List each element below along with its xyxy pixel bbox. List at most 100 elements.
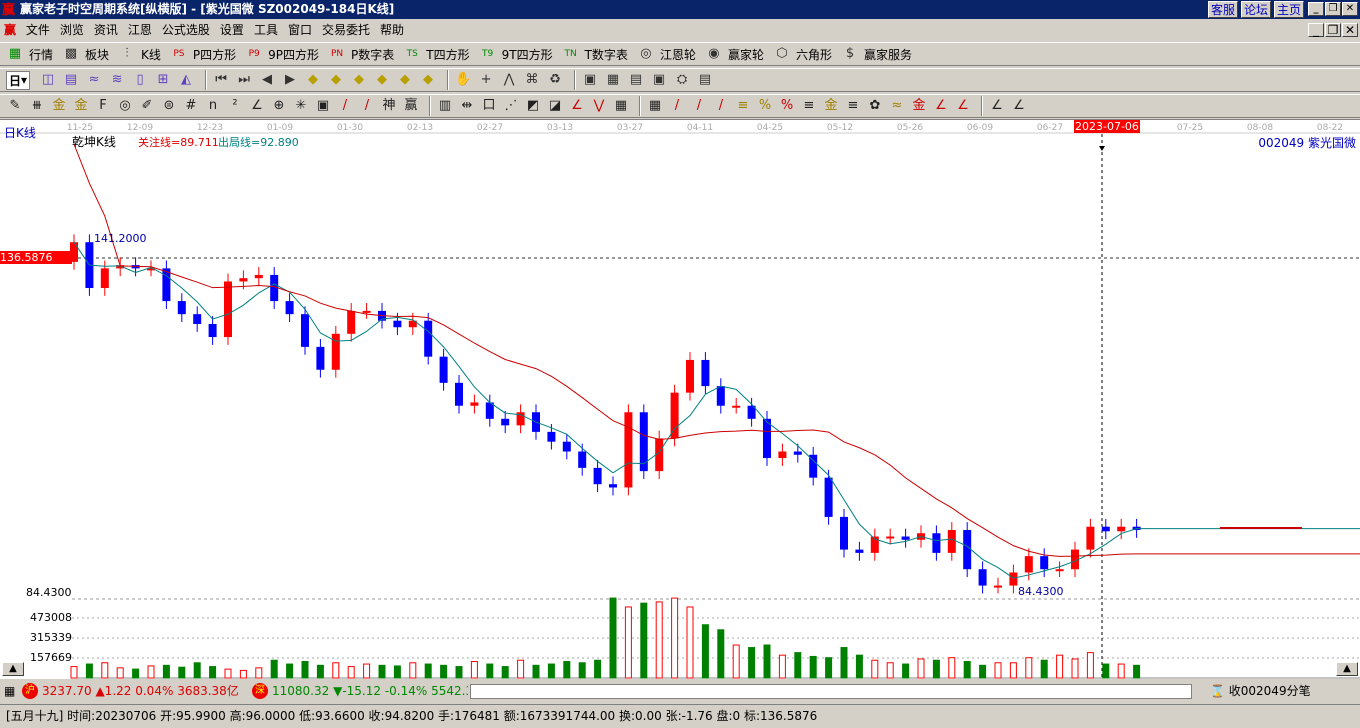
network-icon[interactable]: ⛭ bbox=[673, 71, 691, 89]
n2-icon[interactable]: n bbox=[204, 97, 222, 115]
kline-chart[interactable]: 11-25 12-09 12-23 01-09 01-30 02-13 02-27 03-13… bbox=[0, 119, 1360, 679]
diamond-left-icon[interactable]: ◆ bbox=[304, 71, 322, 89]
brush-icon[interactable]: ✐ bbox=[138, 97, 156, 115]
diamond-star-icon[interactable]: ◆ bbox=[396, 71, 414, 89]
toolbar-button-p9[interactable]: P9 9P四方形 bbox=[245, 45, 319, 63]
menu-item[interactable]: 浏览 bbox=[60, 23, 84, 37]
triangle-fan-icon[interactable]: ⋰ bbox=[502, 97, 520, 115]
prev-icon[interactable]: ◀ bbox=[258, 71, 276, 89]
menu-item[interactable]: 资讯 bbox=[94, 23, 118, 37]
chart9-icon[interactable]: ≋ bbox=[108, 71, 126, 89]
toolbar-button-table[interactable]: ▦ 行情 bbox=[6, 45, 53, 63]
restore-button[interactable]: ❐ bbox=[1325, 2, 1341, 16]
chart3-icon[interactable]: ≈ bbox=[85, 71, 103, 89]
four-angle-icon[interactable]: ∠ bbox=[954, 97, 972, 115]
save-icon[interactable]: ▣ bbox=[650, 71, 668, 89]
menu-item[interactable]: 窗口 bbox=[288, 23, 312, 37]
yinyang-icon[interactable]: ∠ bbox=[988, 97, 1006, 115]
list-icon[interactable]: ▦ bbox=[646, 97, 664, 115]
toolbar-button-t9[interactable]: T9 9T四方形 bbox=[479, 45, 553, 63]
filter-icon[interactable]: ⊞ bbox=[154, 71, 172, 89]
calendar-icon[interactable]: ▣ bbox=[581, 71, 599, 89]
toolbar-button-tn[interactable]: TN T数字表 bbox=[562, 45, 627, 63]
shen-angle-icon[interactable]: 金 bbox=[910, 97, 928, 115]
child-minimize-button[interactable]: _ bbox=[1308, 23, 1324, 37]
print-icon[interactable]: ▤ bbox=[696, 71, 714, 89]
f-grid-icon[interactable]: F bbox=[94, 97, 112, 115]
f-angle-icon[interactable]: ✿ bbox=[866, 97, 884, 115]
toolbar-button-ps[interactable]: PS P四方形 bbox=[170, 45, 236, 63]
chart-canvas[interactable]: 11-25 12-09 12-23 01-09 01-30 02-13 02-27 03-13… bbox=[0, 120, 1360, 680]
period-select[interactable]: 日 ▾ bbox=[6, 70, 31, 90]
scroll-up-button[interactable]: ▲ bbox=[2, 662, 24, 676]
tick-detail-label[interactable]: ⌛ 收002049分笔 bbox=[1210, 681, 1311, 701]
percent-icon[interactable]: / bbox=[690, 97, 708, 115]
zigzag-icon[interactable]: ◪ bbox=[546, 97, 564, 115]
menu-item[interactable]: 江恩 bbox=[128, 23, 152, 37]
grid-icon[interactable]: ⧻ bbox=[28, 97, 46, 115]
doc-icon[interactable]: ▤ bbox=[62, 71, 80, 89]
horizontal-scrollbar[interactable] bbox=[470, 684, 1192, 699]
menu-item[interactable]: 文件 bbox=[26, 23, 50, 37]
toolbar-button-hexagon[interactable]: ⬡ 六角形 bbox=[773, 45, 832, 63]
toolbar-button-dollar[interactable]: $ 赢家服务 bbox=[841, 45, 912, 63]
menu-item[interactable]: 帮助 bbox=[380, 23, 404, 37]
first-icon[interactable]: ⏮ bbox=[212, 71, 230, 89]
ying-icon[interactable]: / bbox=[358, 97, 376, 115]
home-link[interactable]: 主页 bbox=[1274, 1, 1305, 18]
forum-link[interactable]: 论坛 bbox=[1241, 1, 1272, 18]
shape-icon[interactable]: ⌘ bbox=[523, 71, 541, 89]
shen-icon[interactable]: / bbox=[336, 97, 354, 115]
menu-item[interactable]: 公式选股 bbox=[162, 23, 210, 37]
diamond-x-icon[interactable]: ◆ bbox=[373, 71, 391, 89]
minimize-button[interactable]: _ bbox=[1308, 2, 1324, 16]
angle-icon[interactable]: ² bbox=[226, 97, 244, 115]
table-icon[interactable]: ▦ bbox=[4, 681, 15, 701]
wave-icon[interactable]: ≡ bbox=[800, 97, 818, 115]
child-restore-button[interactable]: ❐ bbox=[1325, 23, 1341, 37]
angle-lines-icon[interactable]: ◩ bbox=[524, 97, 542, 115]
hash-icon[interactable]: # bbox=[182, 97, 200, 115]
bars-icon[interactable]: 神 bbox=[380, 97, 398, 115]
diamond-both-icon[interactable]: ◆ bbox=[350, 71, 368, 89]
j-angle-icon[interactable]: ≡ bbox=[844, 97, 862, 115]
window-icon[interactable]: ◫ bbox=[39, 71, 57, 89]
next-icon[interactable]: ▶ bbox=[281, 71, 299, 89]
hand-icon[interactable]: ✋ bbox=[454, 71, 472, 89]
star-icon[interactable]: ⊕ bbox=[270, 97, 288, 115]
gold-angle-icon[interactable]: ≈ bbox=[888, 97, 906, 115]
menu-item[interactable]: 设置 bbox=[220, 23, 244, 37]
gold-grid-icon[interactable]: 金 bbox=[50, 97, 68, 115]
infinity-icon[interactable]: ∠ bbox=[1010, 97, 1028, 115]
toolbar-button-winner-wheel[interactable]: ◉ 赢家轮 bbox=[705, 45, 764, 63]
fire-icon[interactable]: % bbox=[778, 97, 796, 115]
gold-lines-icon[interactable]: % bbox=[756, 97, 774, 115]
gold-grid2-icon[interactable]: 金 bbox=[72, 97, 90, 115]
square-fan-icon[interactable]: 口 bbox=[480, 97, 498, 115]
scroll-right-button[interactable]: ▲ bbox=[1336, 662, 1358, 676]
percent-red-icon[interactable]: / bbox=[668, 97, 686, 115]
toolbar-button-gann-wheel[interactable]: ◎ 江恩轮 bbox=[637, 45, 696, 63]
service-link[interactable]: 客服 bbox=[1208, 1, 1239, 18]
toolbar-button-ts[interactable]: TS T四方形 bbox=[403, 45, 470, 63]
target-icon[interactable]: ∠ bbox=[248, 97, 266, 115]
candle-select-icon[interactable]: ▯ bbox=[131, 71, 149, 89]
notes-icon[interactable]: ▤ bbox=[627, 71, 645, 89]
recycle-icon[interactable]: ♻ bbox=[546, 71, 564, 89]
grid-red-icon[interactable]: ∠ bbox=[568, 97, 586, 115]
percent-lines-icon[interactable]: / bbox=[712, 97, 730, 115]
parallel-icon[interactable]: ▦ bbox=[612, 97, 630, 115]
color-chart-icon[interactable]: ◭ bbox=[177, 71, 195, 89]
gold-bar-icon[interactable]: 金 bbox=[822, 97, 840, 115]
diamond-right-icon[interactable]: ◆ bbox=[327, 71, 345, 89]
box-icon[interactable]: ▥ bbox=[436, 97, 454, 115]
diamond-up-icon[interactable]: ◆ bbox=[419, 71, 437, 89]
toolbar-button-blocks[interactable]: ▩ 板块 bbox=[62, 45, 109, 63]
line-icon[interactable]: ⋀ bbox=[500, 71, 518, 89]
toolbar-button-pn[interactable]: PN P数字表 bbox=[328, 45, 394, 63]
ying-angle-icon[interactable]: ∠ bbox=[932, 97, 950, 115]
child-close-button[interactable]: ✕ bbox=[1342, 23, 1358, 37]
fan-icon[interactable]: ⇹ bbox=[458, 97, 476, 115]
square-spiral-icon[interactable]: ✳ bbox=[292, 97, 310, 115]
spiral-icon[interactable]: ◎ bbox=[116, 97, 134, 115]
